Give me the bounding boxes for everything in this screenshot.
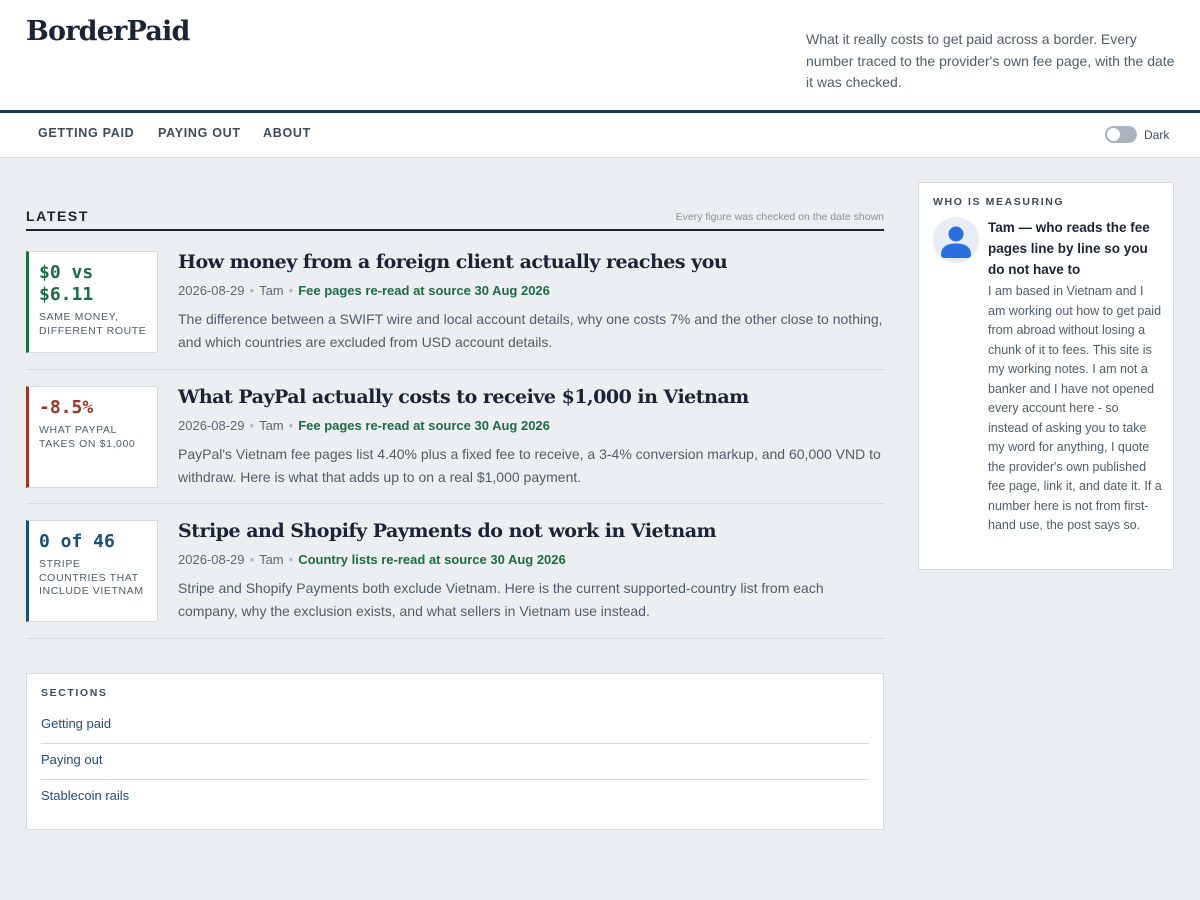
stat-box: -8.5% WHAT PAYPAL TAKES ON $1,000	[26, 386, 158, 488]
stat-value: -8.5%	[39, 397, 94, 418]
sidebar-title: WHO IS MEASURING	[933, 196, 1065, 208]
site-logo[interactable]: BorderPaid	[26, 16, 190, 47]
site-tagline: What it really costs to get paid across …	[806, 31, 1175, 90]
section-link-paying-out[interactable]: Paying out	[41, 744, 869, 780]
post-title[interactable]: What PayPal actually costs to receive $1…	[178, 386, 749, 408]
meta-separator: •	[288, 283, 294, 298]
latest-note: Every figure was checked on the date sho…	[675, 211, 884, 223]
stat-value: $0 vs $6.11	[39, 262, 94, 305]
post-title[interactable]: How money from a foreign client actually…	[178, 251, 728, 273]
section-link-stablecoin-rails[interactable]: Stablecoin rails	[41, 780, 869, 816]
user-icon	[933, 217, 979, 263]
stat-caption: WHAT PAYPAL TAKES ON $1,000	[39, 424, 136, 450]
meta-separator: •	[288, 418, 294, 433]
meta-separator: •	[249, 552, 255, 567]
verification-note: Fee pages re-read at source 30 Aug 2026	[298, 283, 550, 298]
sections-box: SECTIONS Getting paid Paying out Stablec…	[26, 673, 884, 830]
post-date: 2026-08-29	[178, 418, 245, 433]
stat-box: 0 of 46 STRIPE COUNTRIES THAT INCLUDE VI…	[26, 520, 158, 622]
post-date: 2026-08-29	[178, 283, 245, 298]
author-heading: Tam — who reads the fee pages line by li…	[988, 220, 1150, 277]
post-excerpt: The difference between a SWIFT wire and …	[178, 311, 883, 350]
post-card: -8.5% WHAT PAYPAL TAKES ON $1,000 What P…	[26, 386, 884, 504]
latest-heading: LATEST	[26, 208, 90, 224]
stat-caption: STRIPE COUNTRIES THAT INCLUDE VIETNAM	[39, 558, 144, 597]
meta-separator: •	[249, 418, 255, 433]
section-link-getting-paid[interactable]: Getting paid	[41, 708, 869, 744]
sections-title: SECTIONS	[41, 687, 108, 699]
author-bio: I am based in Vietnam and I am working o…	[988, 284, 1162, 532]
post-excerpt: Stripe and Shopify Payments both exclude…	[178, 580, 824, 619]
author-sidebar: WHO IS MEASURING Tam — who reads the fee…	[918, 182, 1174, 570]
nav-item-paying-out[interactable]: PAYING OUT	[158, 126, 241, 140]
nav-item-getting-paid[interactable]: GETTING PAID	[38, 126, 134, 140]
site-header: BorderPaid What it really costs to get p…	[0, 0, 1200, 110]
post-card: 0 of 46 STRIPE COUNTRIES THAT INCLUDE VI…	[26, 520, 884, 639]
post-title[interactable]: Stripe and Shopify Payments do not work …	[178, 520, 717, 542]
dark-mode-toggle[interactable]	[1105, 126, 1137, 143]
latest-divider	[26, 229, 884, 231]
meta-separator: •	[249, 283, 255, 298]
stat-box: $0 vs $6.11 SAME MONEY, DIFFERENT ROUTE	[26, 251, 158, 353]
dark-mode-label: Dark	[1144, 128, 1170, 142]
post-card: $0 vs $6.11 SAME MONEY, DIFFERENT ROUTE …	[26, 251, 884, 370]
post-date: 2026-08-29	[178, 552, 245, 567]
post-meta: 2026-08-29 • Tam • Fee pages re-read at sour…	[178, 418, 550, 433]
stat-caption: SAME MONEY, DIFFERENT ROUTE	[39, 311, 147, 337]
toggle-knob	[1107, 128, 1120, 141]
post-author: Tam	[259, 552, 284, 567]
post-author: Tam	[259, 283, 284, 298]
nav-item-about[interactable]: ABOUT	[263, 126, 311, 140]
post-meta: 2026-08-29 • Tam • Fee pages re-read at sour…	[178, 283, 550, 298]
verification-note: Fee pages re-read at source 30 Aug 2026	[298, 418, 550, 433]
meta-separator: •	[288, 552, 294, 567]
post-excerpt: PayPal's Vietnam fee pages list 4.40% pl…	[178, 446, 881, 485]
post-author: Tam	[259, 418, 284, 433]
verification-note: Country lists re-read at source 30 Aug 2…	[298, 552, 566, 567]
stat-value: 0 of 46	[39, 531, 115, 552]
post-meta: 2026-08-29 • Tam • Country lists re-read at …	[178, 552, 566, 567]
main-nav: GETTING PAID PAYING OUT ABOUT Dark	[0, 113, 1200, 158]
